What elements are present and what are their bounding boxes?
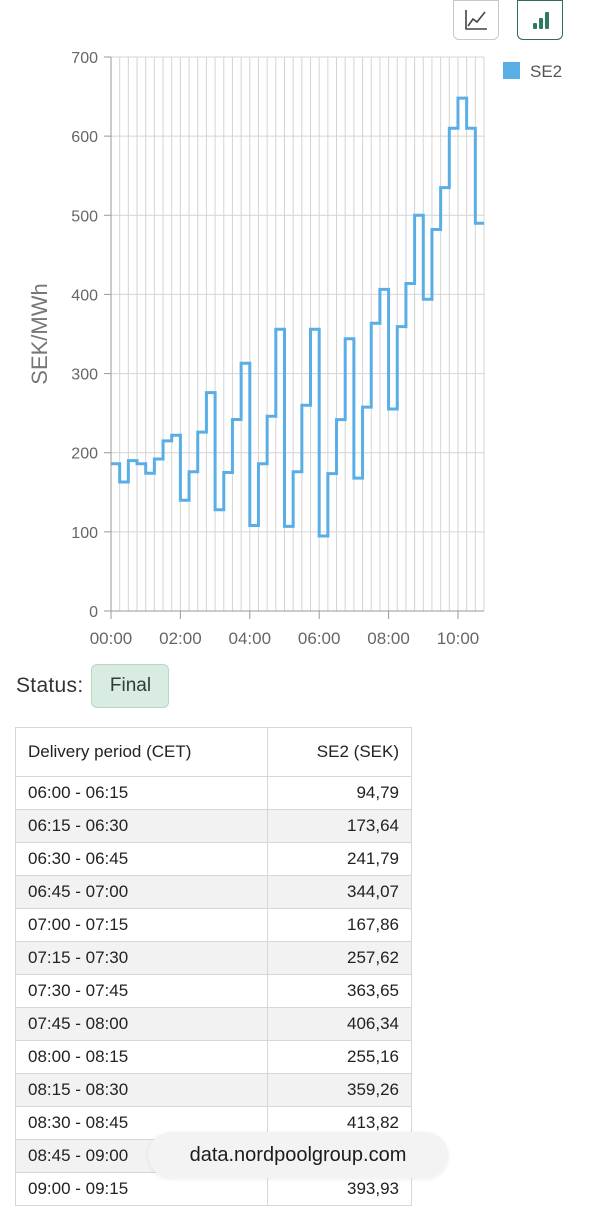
x-tick-label: 00:00: [90, 629, 133, 648]
legend-swatch: [503, 62, 520, 79]
table-row: 06:45 - 07:00 344,07: [14, 875, 412, 909]
delivery-period-cell: 07:15 - 07:30: [14, 941, 269, 975]
table-header-row: Delivery period (CET) SE2 (SEK): [14, 727, 412, 777]
status-row: Status: Final: [16, 664, 170, 708]
x-tick-label: 06:00: [298, 629, 341, 648]
delivery-period-cell: 06:30 - 06:45: [14, 842, 269, 876]
delivery-period-cell: 06:45 - 07:00: [14, 875, 269, 909]
delivery-period-cell: 08:00 - 08:15: [14, 1040, 269, 1074]
table-row: 07:00 - 07:15 167,86: [14, 908, 412, 942]
table-row: 07:15 - 07:30 257,62: [14, 941, 412, 975]
y-tick-label: 500: [71, 208, 98, 225]
price-cell: 406,34: [267, 1007, 412, 1041]
se2-series-line: [111, 96, 484, 538]
y-tick-label: 400: [71, 287, 98, 304]
y-tick-label: 0: [89, 604, 98, 621]
x-tick-label: 02:00: [159, 629, 202, 648]
price-cell: 241,79: [267, 842, 412, 876]
status-badge: Final: [91, 664, 170, 708]
price-cell: 257,62: [267, 941, 412, 975]
legend-label: SE2: [530, 62, 562, 81]
price-cell: 359,26: [267, 1073, 412, 1107]
delivery-period-cell: 06:00 - 06:15: [14, 776, 269, 810]
x-tick-label: 10:00: [437, 629, 480, 648]
line-chart-icon: [465, 10, 487, 30]
y-tick-label: 700: [71, 50, 98, 67]
delivery-period-cell: 08:15 - 08:30: [14, 1073, 269, 1107]
line-view-button[interactable]: [453, 0, 499, 40]
price-cell: 167,86: [267, 908, 412, 942]
table-row: 08:00 - 08:15 255,16: [14, 1040, 412, 1074]
delivery-period-cell: 06:15 - 06:30: [14, 809, 269, 843]
table-row: 07:30 - 07:45 363,65: [14, 974, 412, 1008]
x-tick-label: 08:00: [367, 629, 410, 648]
column-header-price: SE2 (SEK): [267, 727, 412, 777]
status-label: Status:: [16, 674, 84, 697]
table-row: 06:15 - 06:30 173,64: [14, 809, 412, 843]
table-row: 08:15 - 08:30 359,26: [14, 1073, 412, 1107]
y-tick-label: 300: [71, 367, 98, 384]
price-cell: 344,07: [267, 875, 412, 909]
column-header-period: Delivery period (CET): [14, 727, 269, 777]
delivery-period-cell: 07:45 - 08:00: [14, 1007, 269, 1041]
x-tick-label: 04:00: [229, 629, 272, 648]
bar-view-button[interactable]: [517, 0, 563, 40]
price-cell: 255,16: [267, 1040, 412, 1074]
delivery-period-cell: 07:30 - 07:45: [14, 974, 269, 1008]
price-cell: 363,65: [267, 974, 412, 1008]
table-row: 06:00 - 06:15 94,79: [14, 776, 412, 810]
price-cell: 173,64: [267, 809, 412, 843]
source-url-pill[interactable]: data.nordpoolgroup.com: [148, 1132, 448, 1178]
price-chart: 0 100 200 300 400 500 600 700 00:00 02:00 04:00 06:…: [27, 50, 562, 648]
y-tick-label: 100: [71, 525, 98, 542]
table-row: 07:45 - 08:00 406,34: [14, 1007, 412, 1041]
y-axis-label: SEK/MWh: [27, 283, 52, 384]
delivery-period-cell: 07:00 - 07:15: [14, 908, 269, 942]
y-tick-label: 600: [71, 129, 98, 146]
bar-chart-icon: [533, 12, 549, 29]
price-cell: 94,79: [267, 776, 412, 810]
table-row: 06:30 - 06:45 241,79: [14, 842, 412, 876]
y-tick-label: 200: [71, 446, 98, 463]
